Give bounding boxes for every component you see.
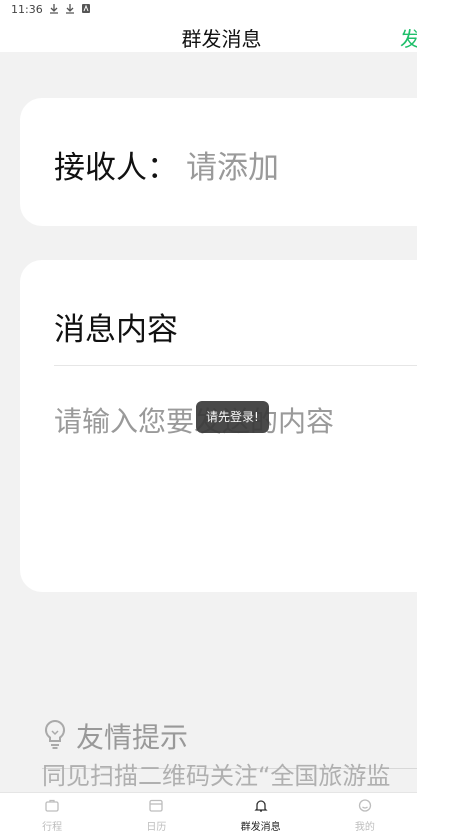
smile-icon [358, 797, 372, 816]
tab-bar: 行程 日历 群发消息 我的 [0, 792, 417, 835]
download-icon [49, 3, 59, 14]
tab-group-message[interactable]: 群发消息 [209, 793, 313, 835]
calendar-icon [149, 797, 164, 816]
receiver-card[interactable]: 接收人： 请添加 [20, 98, 417, 226]
nav-bar: 群发消息 发 [0, 20, 417, 52]
tab-label: 群发消息 [240, 821, 281, 833]
app-screen: 11:36 群发消息 发 接收人： 请添加 消息内容 请输入您要发送的内容 请先… [0, 0, 417, 835]
divider [54, 365, 417, 366]
receiver-label: 接收人： [54, 150, 178, 186]
tab-label: 我的 [354, 821, 375, 833]
lightbulb-icon [42, 719, 68, 753]
page-title: 群发消息 [181, 27, 262, 51]
suitcase-icon [45, 797, 59, 816]
message-input[interactable]: 请输入您要发送的内容 [54, 400, 334, 440]
app-notification-icon [81, 3, 91, 14]
tab-profile[interactable]: 我的 [313, 793, 417, 835]
status-bar: 11:36 [0, 0, 417, 20]
tips-text: 同见扫描二维码关注“全国旅游监 [42, 762, 391, 790]
tab-itinerary[interactable]: 行程 [0, 793, 104, 835]
tab-label: 日历 [146, 821, 167, 833]
download-icon [65, 3, 75, 14]
status-time: 11:36 [11, 3, 43, 16]
send-button[interactable]: 发 [400, 23, 417, 52]
receiver-add-field[interactable]: 请添加 [186, 142, 279, 187]
login-toast: 请先登录! [196, 401, 269, 433]
tips-title: 友情提示 [76, 721, 189, 754]
tips-section: 友情提示 同见扫描二维码关注“全国旅游监 [42, 716, 417, 790]
message-title: 消息内容 [54, 312, 178, 348]
notification-icons [49, 3, 91, 14]
tab-label: 行程 [42, 821, 63, 833]
tab-calendar[interactable]: 日历 [104, 793, 208, 835]
bell-icon [254, 797, 268, 816]
